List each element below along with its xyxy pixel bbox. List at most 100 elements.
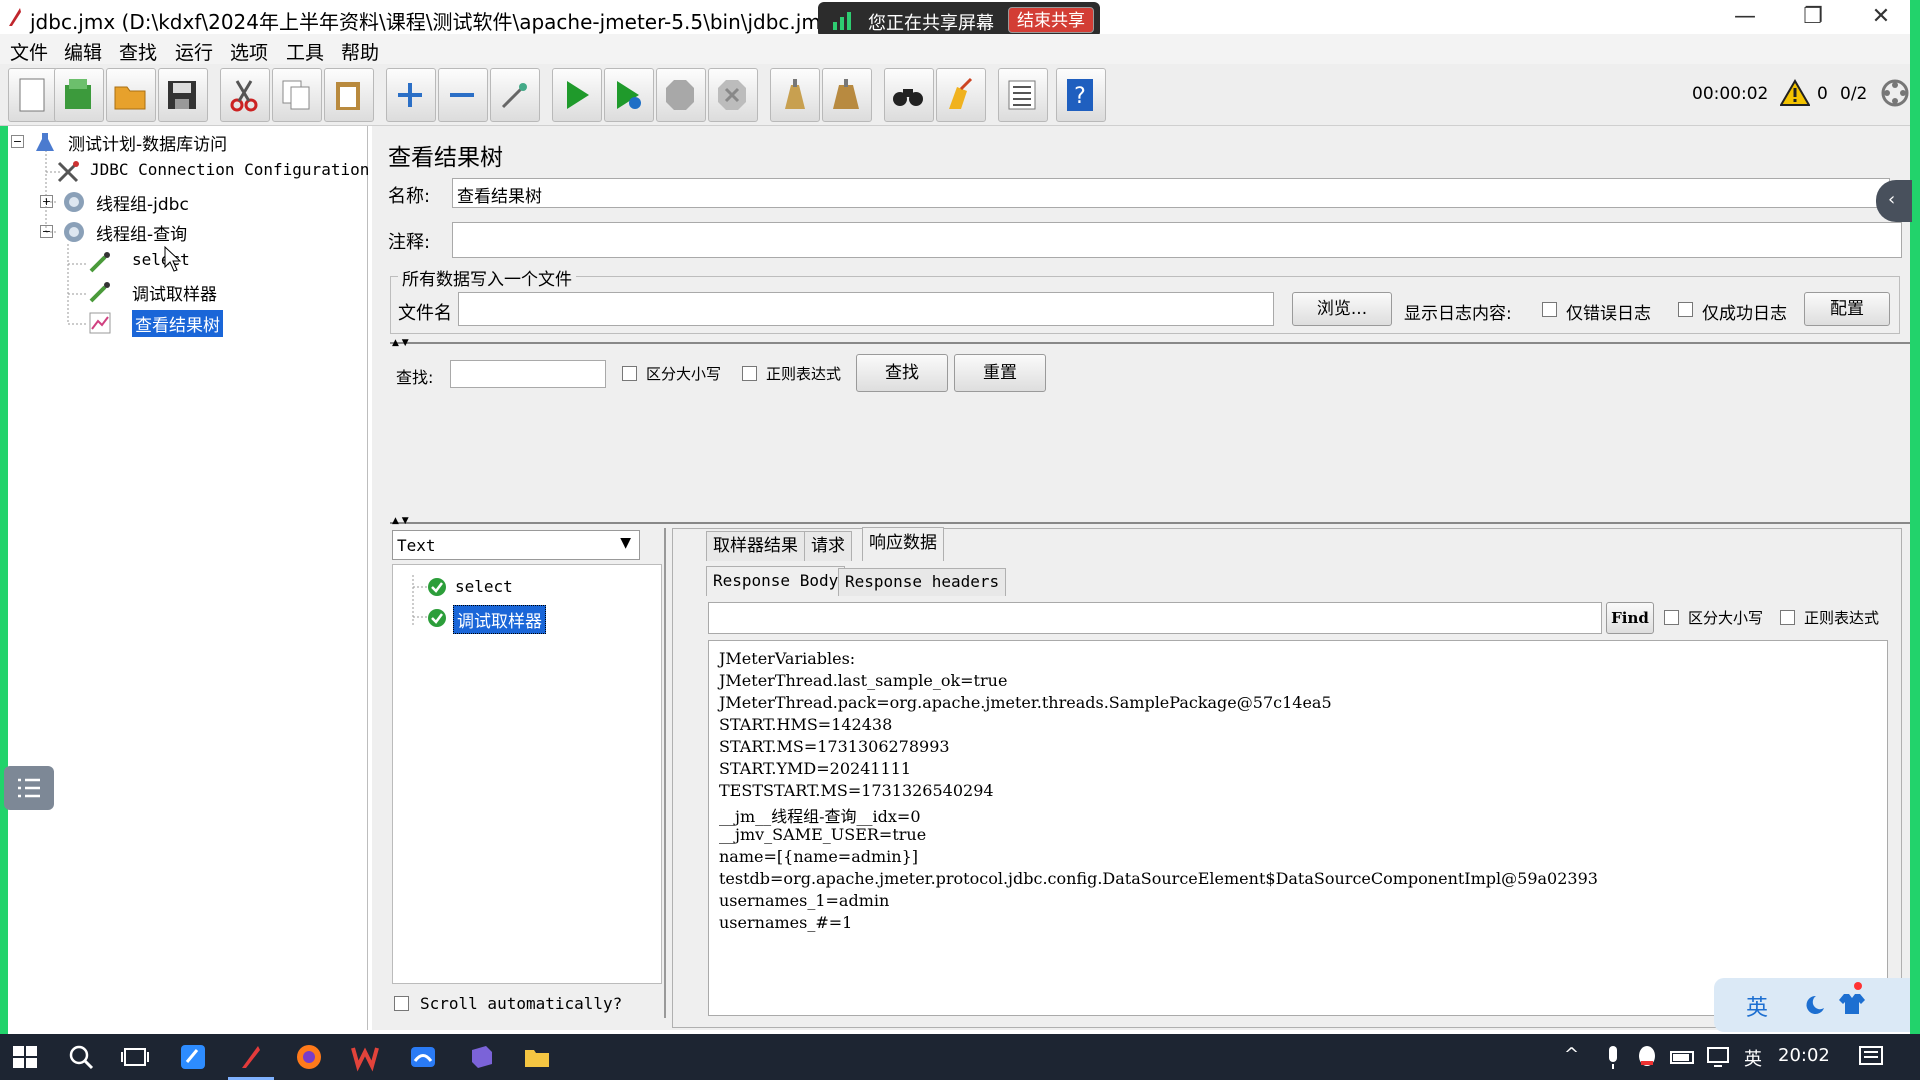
configure-button[interactable]: 配置: [1804, 292, 1890, 326]
menu-options[interactable]: 选项: [230, 38, 268, 65]
response-body-text[interactable]: JMeterVariables: JMeterThread.last_sampl…: [708, 640, 1888, 1016]
ime-toolbar[interactable]: 英: [1714, 978, 1910, 1032]
firefox-icon[interactable]: [294, 1042, 324, 1072]
pipette-icon: [89, 282, 110, 303]
restore-button[interactable]: ❐: [1780, 0, 1846, 34]
reset-button[interactable]: 重置: [954, 354, 1046, 392]
tree-item-select[interactable]: select: [88, 250, 288, 274]
network-icon[interactable]: [1704, 1042, 1734, 1072]
start-button[interactable]: [552, 68, 602, 122]
search-button[interactable]: [884, 68, 934, 122]
tab-sampler-result[interactable]: 取样器结果: [706, 531, 805, 561]
menu-tools[interactable]: 工具: [286, 38, 324, 65]
windows-start-icon[interactable]: [10, 1042, 40, 1072]
feishu-icon[interactable]: [408, 1042, 438, 1072]
visual-studio-icon[interactable]: [466, 1042, 496, 1072]
name-field[interactable]: 查看结果树: [452, 178, 1890, 208]
errors-only-checkbox[interactable]: [1542, 302, 1557, 317]
new-button[interactable]: [8, 68, 58, 122]
tab-label: 请求: [811, 536, 845, 556]
regex-checkbox[interactable]: [742, 366, 757, 381]
pinned-app-note-icon[interactable]: [178, 1042, 208, 1072]
browse-button[interactable]: 浏览...: [1292, 292, 1392, 326]
flask-icon: [36, 133, 54, 151]
copy-button[interactable]: [272, 68, 322, 122]
response-line: JMeterVariables:: [719, 649, 856, 668]
help-button[interactable]: ?: [1056, 68, 1106, 122]
vertical-splitter[interactable]: [664, 528, 670, 1018]
menu-edit[interactable]: 编辑: [64, 38, 102, 65]
list-item-debug-sampler[interactable]: 调试取样器: [427, 605, 627, 634]
save-button[interactable]: [158, 68, 208, 122]
broom-all-icon: [833, 79, 859, 109]
start-no-pauses-button[interactable]: [604, 68, 654, 122]
response-search-input[interactable]: [708, 602, 1602, 634]
function-helper-button[interactable]: [998, 68, 1048, 122]
tab-response-body[interactable]: Response Body: [706, 566, 846, 596]
response-regex-checkbox[interactable]: [1780, 610, 1795, 625]
tree-root-test-plan[interactable]: − 测试计划-数据库访问: [8, 130, 348, 155]
tree-item-thread-group-query[interactable]: − 线程组-查询: [32, 220, 332, 245]
tree-item-jdbc-config[interactable]: JDBC Connection Configuration: [56, 160, 369, 184]
cut-button[interactable]: [220, 68, 270, 122]
stop-sharing-button[interactable]: 结束共享: [1008, 7, 1094, 33]
search-button[interactable]: 查找: [856, 354, 948, 392]
filename-field[interactable]: [458, 292, 1274, 326]
play-no-pause-icon: [617, 81, 641, 109]
response-case-sensitive-checkbox[interactable]: [1664, 610, 1679, 625]
collapse-toggle-icon[interactable]: −: [11, 135, 24, 148]
collapse-toggle-icon[interactable]: −: [40, 225, 53, 238]
tab-request[interactable]: 请求: [804, 531, 852, 561]
case-sensitive-checkbox[interactable]: [622, 366, 637, 381]
clear-all-button[interactable]: [822, 68, 872, 122]
wps-icon[interactable]: [350, 1042, 380, 1072]
splitter-top[interactable]: ▲ ▼: [390, 338, 1910, 348]
tray-chevron-up-icon[interactable]: ^: [1564, 1044, 1579, 1065]
side-collapse-button[interactable]: ‹: [1876, 180, 1912, 222]
reset-search-button[interactable]: [936, 68, 986, 122]
templates-button[interactable]: [54, 68, 104, 122]
response-find-button[interactable]: Find: [1606, 602, 1654, 634]
menu-search[interactable]: 查找: [119, 38, 157, 65]
search-input[interactable]: [450, 360, 606, 388]
microphone-icon[interactable]: [1598, 1042, 1628, 1072]
tab-response-data[interactable]: 响应数据: [862, 527, 944, 561]
menu-help[interactable]: 帮助: [341, 38, 379, 65]
expand-button[interactable]: [386, 68, 436, 122]
response-find-label: Find: [1611, 609, 1649, 627]
tree-item-thread-group-jdbc[interactable]: + 线程组-jdbc: [32, 190, 332, 215]
list-item-select[interactable]: select: [427, 575, 627, 599]
search-icon[interactable]: [66, 1042, 96, 1072]
tab-response-headers[interactable]: Response headers: [838, 568, 1007, 596]
stop-button[interactable]: [656, 68, 706, 122]
menu-file[interactable]: 文件: [10, 38, 48, 65]
clear-button[interactable]: [770, 68, 820, 122]
toggle-wand-icon: [501, 83, 527, 109]
minimize-button[interactable]: —: [1712, 0, 1778, 34]
menu-bar: 文件 编辑 查找 运行 选项 工具 帮助: [0, 34, 1910, 64]
warning-icon[interactable]: [1780, 79, 1810, 107]
battery-icon[interactable]: [1668, 1042, 1698, 1072]
close-button[interactable]: ✕: [1848, 0, 1914, 34]
toggle-button[interactable]: [490, 68, 540, 122]
open-button[interactable]: [106, 68, 156, 122]
tree-item-debug-sampler[interactable]: 调试取样器: [88, 280, 288, 305]
floating-menu-button[interactable]: [4, 766, 54, 810]
taskbar-clock[interactable]: 20:02: [1778, 1045, 1830, 1066]
renderer-select[interactable]: Text ▼: [392, 530, 640, 560]
jmeter-taskbar-icon[interactable]: [236, 1042, 266, 1072]
collapse-button[interactable]: [438, 68, 488, 122]
paste-button[interactable]: [324, 68, 374, 122]
menu-run[interactable]: 运行: [175, 38, 213, 65]
scroll-automatically-checkbox[interactable]: [394, 996, 409, 1011]
qq-icon[interactable]: [1632, 1042, 1662, 1072]
taskbar-ime-language[interactable]: 英: [1744, 1045, 1762, 1071]
notification-center-icon[interactable]: [1856, 1042, 1886, 1072]
success-only-checkbox[interactable]: [1678, 302, 1693, 317]
task-view-icon[interactable]: [120, 1042, 150, 1072]
comment-field[interactable]: [452, 222, 1902, 258]
file-explorer-icon[interactable]: [522, 1042, 552, 1072]
tree-item-view-results-tree[interactable]: 查看结果树: [88, 310, 288, 337]
expand-toggle-icon[interactable]: +: [40, 195, 53, 208]
shutdown-button[interactable]: [708, 68, 758, 122]
